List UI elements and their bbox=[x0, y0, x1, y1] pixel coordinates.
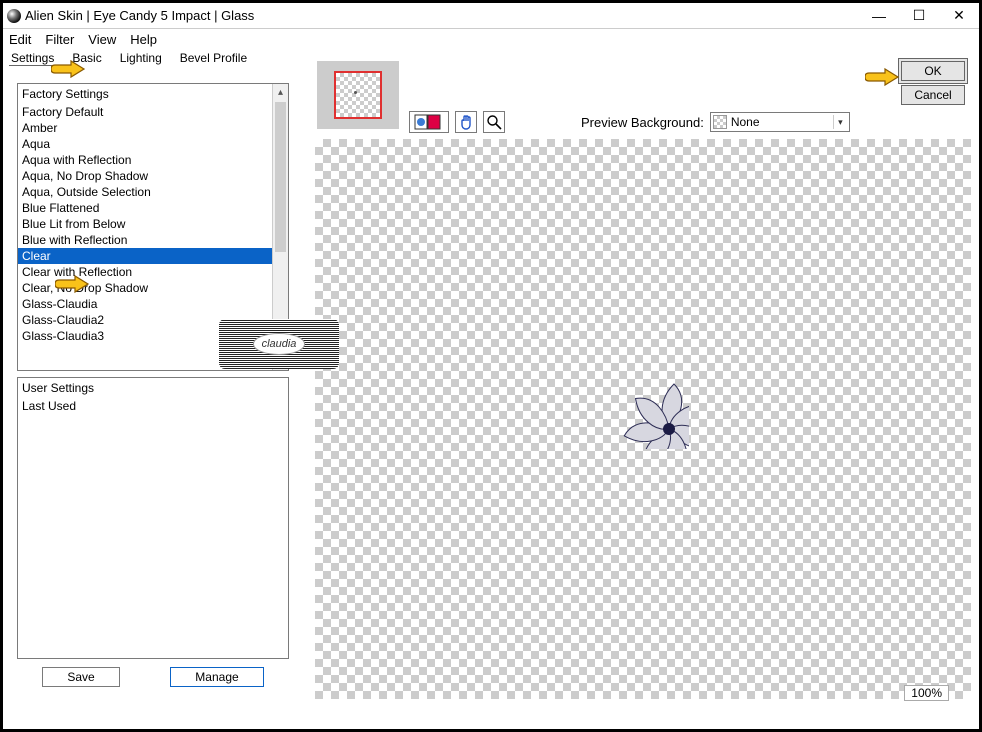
list-item[interactable]: Blue Lit from Below bbox=[18, 216, 288, 232]
menu-filter[interactable]: Filter bbox=[45, 32, 74, 47]
user-presets-list[interactable]: User Settings Last Used bbox=[17, 377, 289, 659]
transparency-swatch-icon bbox=[713, 115, 727, 129]
factory-presets-header: Factory Settings bbox=[18, 84, 288, 104]
list-item[interactable]: Glass-Claudia bbox=[18, 296, 288, 312]
list-item[interactable]: Aqua bbox=[18, 136, 288, 152]
manage-button[interactable]: Manage bbox=[170, 667, 263, 687]
preview-background-value: None bbox=[731, 115, 760, 129]
annotation-pointer-icon bbox=[55, 272, 89, 296]
list-item[interactable]: Blue with Reflection bbox=[18, 232, 288, 248]
preview-background-combo[interactable]: None ▾ bbox=[710, 112, 850, 132]
zoom-level[interactable]: 100% bbox=[904, 685, 949, 701]
tab-bevel-profile[interactable]: Bevel Profile bbox=[178, 51, 249, 65]
watermark: claudia bbox=[219, 319, 339, 369]
maximize-button[interactable]: ☐ bbox=[899, 4, 939, 28]
list-item[interactable]: Aqua with Reflection bbox=[18, 152, 288, 168]
title-bar: Alien Skin | Eye Candy 5 Impact | Glass … bbox=[3, 3, 979, 29]
app-icon bbox=[7, 9, 21, 23]
watermark-text: claudia bbox=[253, 333, 306, 355]
list-item[interactable]: Clear bbox=[18, 248, 288, 264]
save-button[interactable]: Save bbox=[42, 667, 119, 687]
zoom-tool-icon[interactable] bbox=[483, 111, 505, 133]
window-title: Alien Skin | Eye Candy 5 Impact | Glass bbox=[25, 8, 254, 23]
list-item[interactable]: Amber bbox=[18, 120, 288, 136]
cancel-button[interactable]: Cancel bbox=[901, 85, 965, 105]
list-item[interactable]: Aqua, Outside Selection bbox=[18, 184, 288, 200]
preview-glass-object bbox=[619, 379, 689, 449]
list-item[interactable]: Aqua, No Drop Shadow bbox=[18, 168, 288, 184]
tab-bar: Settings Basic Lighting Bevel Profile bbox=[3, 49, 979, 67]
thumbnail-selection[interactable] bbox=[334, 71, 382, 119]
scroll-up-icon[interactable]: ▴ bbox=[273, 84, 288, 100]
preview-background-label: Preview Background: bbox=[581, 115, 704, 130]
menu-help[interactable]: Help bbox=[130, 32, 157, 47]
annotation-pointer-icon bbox=[51, 57, 85, 81]
ok-button[interactable]: OK bbox=[901, 61, 965, 81]
chevron-down-icon[interactable]: ▾ bbox=[833, 115, 847, 129]
list-item[interactable]: Last Used bbox=[18, 398, 288, 414]
menu-edit[interactable]: Edit bbox=[9, 32, 31, 47]
navigator-thumbnail[interactable] bbox=[317, 61, 399, 129]
menu-bar: Edit Filter View Help bbox=[3, 29, 979, 49]
tool-original-preview-toggle[interactable] bbox=[409, 111, 449, 133]
minimize-button[interactable]: — bbox=[859, 4, 899, 28]
hand-tool-icon[interactable] bbox=[455, 111, 477, 133]
menu-view[interactable]: View bbox=[88, 32, 116, 47]
list-item[interactable]: Factory Default bbox=[18, 104, 288, 120]
tab-lighting[interactable]: Lighting bbox=[118, 51, 164, 65]
tab-settings[interactable]: Settings bbox=[9, 51, 56, 66]
preview-canvas[interactable] bbox=[315, 139, 971, 699]
list-item[interactable]: Blue Flattened bbox=[18, 200, 288, 216]
scroll-thumb[interactable] bbox=[275, 102, 286, 252]
user-presets-header: User Settings bbox=[18, 378, 288, 398]
annotation-pointer-icon bbox=[865, 65, 899, 89]
close-button[interactable]: ✕ bbox=[939, 4, 979, 28]
